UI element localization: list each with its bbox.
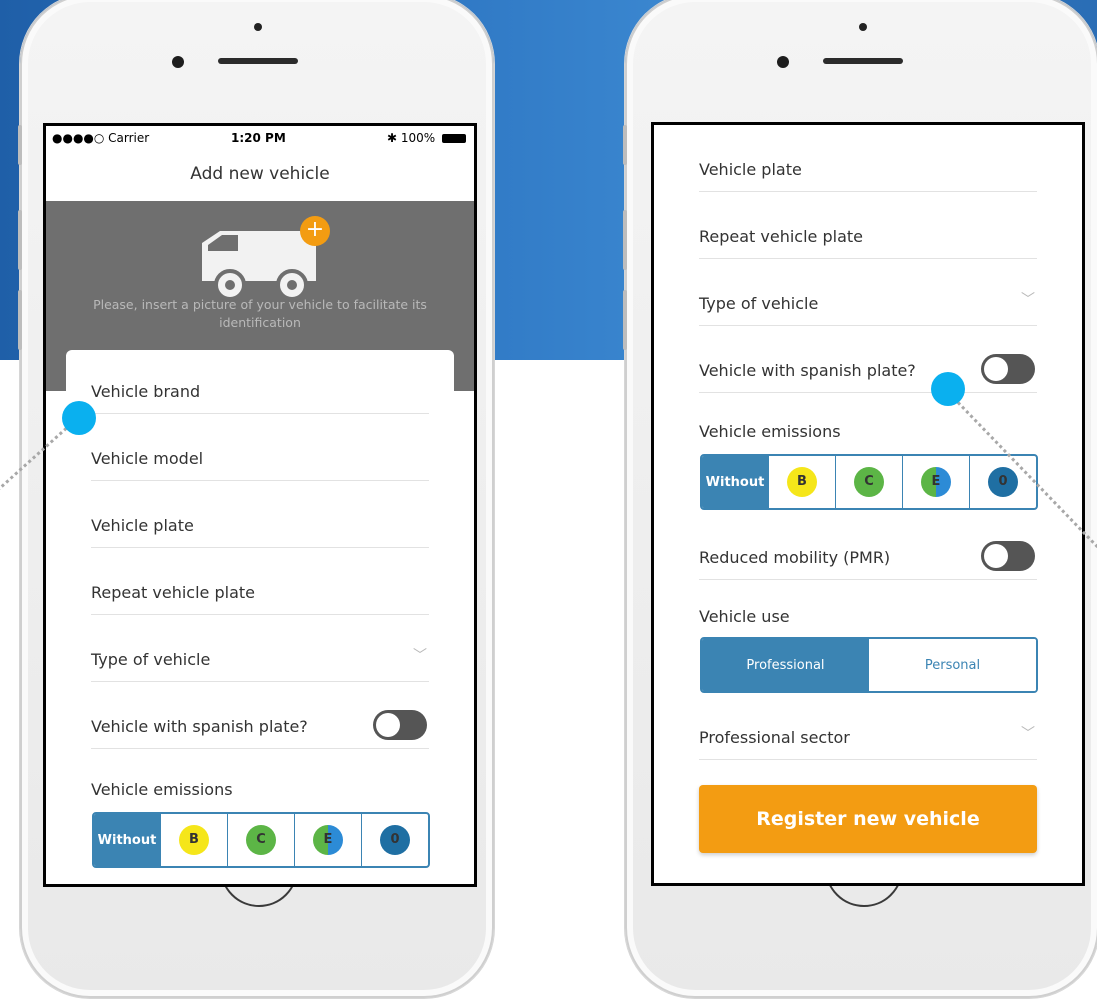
earpiece-speaker — [823, 58, 903, 64]
battery-icon — [442, 134, 466, 143]
spanish-plate-toggle[interactable] — [981, 354, 1035, 384]
emissions-selector: Without B C E 0 — [700, 454, 1038, 510]
emission-option-eco[interactable]: E — [902, 456, 969, 508]
spanish-plate-label: Vehicle with spanish plate? — [699, 361, 916, 380]
emission-option-c[interactable]: C — [835, 456, 902, 508]
chevron-down-icon: ﹀ — [1021, 726, 1035, 742]
emissions-label: Vehicle emissions — [91, 780, 233, 799]
mute-switch — [18, 125, 22, 165]
emission-option-without[interactable]: Without — [702, 456, 768, 508]
callout-dot-right — [931, 372, 965, 406]
emission-option-eco[interactable]: E — [294, 814, 361, 866]
status-bar: ●●●●○ Carrier 1:20 PM ✱ 100% — [46, 126, 474, 148]
emission-option-b[interactable]: B — [160, 814, 227, 866]
emission-b-badge: B — [179, 825, 209, 855]
emission-c-badge: C — [246, 825, 276, 855]
repeat-vehicle-plate-label: Repeat vehicle plate — [91, 583, 255, 602]
register-vehicle-button[interactable]: Register new vehicle — [699, 785, 1037, 853]
emission-c-badge: C — [854, 467, 884, 497]
emission-option-b[interactable]: B — [768, 456, 835, 508]
volume-down-button — [18, 290, 22, 350]
repeat-vehicle-plate-field[interactable]: Repeat vehicle plate — [699, 192, 1037, 259]
type-of-vehicle-label: Type of vehicle — [699, 294, 819, 313]
page-title: Add new vehicle — [190, 164, 330, 184]
photo-hint: Please, insert a picture of your vehicle… — [93, 297, 427, 330]
callout-dot-left — [62, 401, 96, 435]
add-photo-icon[interactable]: + — [300, 216, 330, 246]
front-camera-icon — [172, 56, 184, 68]
emission-eco-badge: E — [921, 467, 951, 497]
vehicle-plate-label: Vehicle plate — [91, 516, 194, 535]
emission-zero-badge: 0 — [380, 825, 410, 855]
vehicle-plate-field[interactable]: Vehicle plate — [91, 481, 429, 548]
reduced-mobility-label: Reduced mobility (PMR) — [699, 548, 891, 567]
professional-sector-select[interactable]: Professional sector ﹀ — [699, 693, 1037, 760]
volume-up-button — [623, 210, 627, 270]
battery-indicator: ✱ 100% — [387, 131, 466, 145]
emission-zero-badge: 0 — [988, 467, 1018, 497]
type-of-vehicle-select[interactable]: Type of vehicle ﹀ — [91, 615, 429, 682]
carrier-label: ●●●●○ Carrier — [52, 131, 150, 145]
battery-percent: 100% — [400, 131, 436, 145]
screen-right: Vehicle plate Repeat vehicle plate Type … — [651, 122, 1085, 886]
repeat-vehicle-plate-label: Repeat vehicle plate — [699, 227, 863, 246]
vehicle-plate-label: Vehicle plate — [699, 160, 802, 179]
type-of-vehicle-select[interactable]: Type of vehicle ﹀ — [699, 259, 1037, 326]
reduced-mobility-row: Reduced mobility (PMR) — [699, 513, 1037, 580]
vehicle-model-label: Vehicle model — [91, 449, 204, 468]
spanish-plate-row: Vehicle with spanish plate? — [91, 682, 429, 749]
emission-option-zero[interactable]: 0 — [969, 456, 1036, 508]
emission-option-c[interactable]: C — [227, 814, 294, 866]
vehicle-model-field[interactable]: Vehicle model — [91, 414, 429, 481]
proximity-sensor — [859, 23, 867, 31]
vehicle-brand-label: Vehicle brand — [91, 382, 201, 401]
vehicle-use-personal[interactable]: Personal — [869, 639, 1036, 691]
emissions-label: Vehicle emissions — [699, 422, 841, 441]
chevron-down-icon: ﹀ — [413, 648, 427, 664]
spanish-plate-toggle[interactable] — [373, 710, 427, 740]
reduced-mobility-toggle[interactable] — [981, 541, 1035, 571]
vehicle-use-professional[interactable]: Professional — [702, 639, 869, 691]
type-of-vehicle-label: Type of vehicle — [91, 650, 211, 669]
volume-down-button — [623, 290, 627, 350]
clock: 1:20 PM — [231, 131, 286, 145]
bluetooth-icon: ✱ — [386, 131, 398, 145]
repeat-vehicle-plate-field[interactable]: Repeat vehicle plate — [91, 548, 429, 615]
emission-b-badge: B — [787, 467, 817, 497]
mute-switch — [623, 125, 627, 165]
proximity-sensor — [254, 23, 262, 31]
vehicle-use-selector: Professional Personal — [700, 637, 1038, 693]
earpiece-speaker — [218, 58, 298, 64]
emission-eco-badge: E — [313, 825, 343, 855]
volume-up-button — [18, 210, 22, 270]
vehicle-brand-field[interactable]: Vehicle brand — [91, 347, 429, 414]
spanish-plate-label: Vehicle with spanish plate? — [91, 717, 308, 736]
chevron-down-icon: ﹀ — [1021, 292, 1035, 308]
spanish-plate-row: Vehicle with spanish plate? — [699, 326, 1037, 393]
front-camera-icon — [777, 56, 789, 68]
emission-option-zero[interactable]: 0 — [361, 814, 428, 866]
vehicle-use-label: Vehicle use — [699, 607, 790, 626]
screen-left: ●●●●○ Carrier 1:20 PM ✱ 100% Add new veh… — [43, 123, 477, 887]
professional-sector-label: Professional sector — [699, 728, 850, 747]
emissions-selector: Without B C E 0 — [92, 812, 430, 868]
vehicle-plate-field[interactable]: Vehicle plate — [699, 125, 1037, 192]
emission-option-without[interactable]: Without — [94, 814, 160, 866]
